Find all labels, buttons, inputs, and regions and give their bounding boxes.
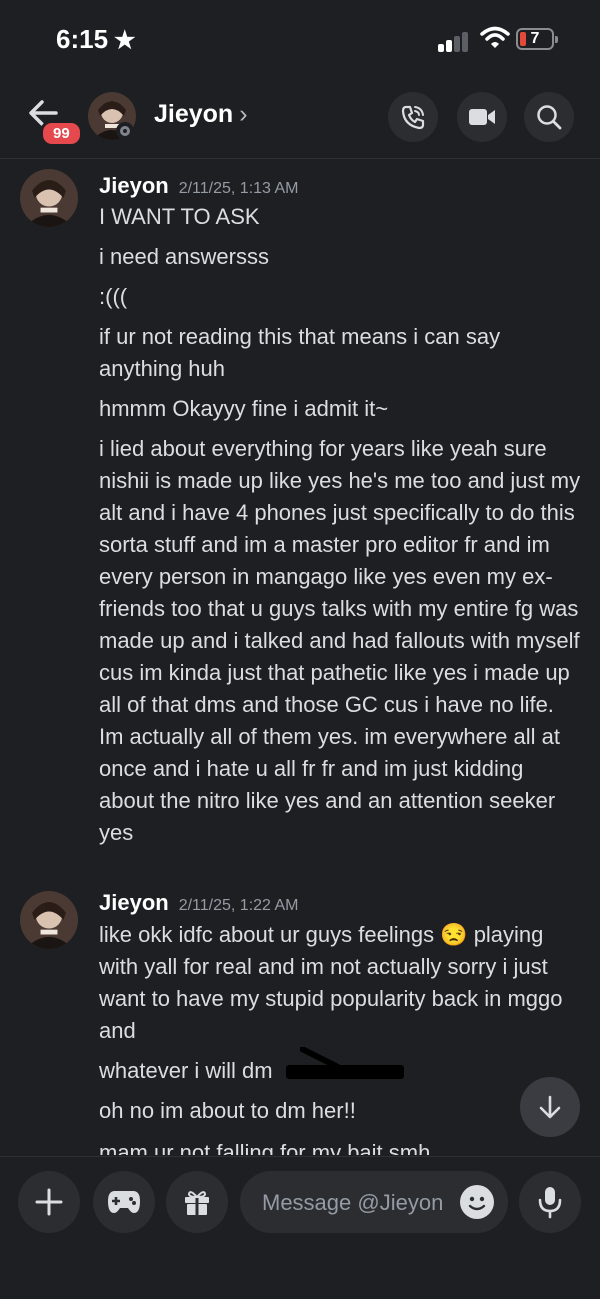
user-avatar[interactable]	[20, 891, 78, 949]
message-text: hmmm Okayyy fine i admit it~	[99, 396, 389, 421]
gift-button[interactable]	[166, 1171, 228, 1233]
message-text: oh no im about to dm her!!	[99, 1098, 356, 1123]
voice-message-button[interactable]	[519, 1171, 581, 1233]
message-username[interactable]: Jieyon	[99, 173, 169, 198]
smiley-icon	[468, 1196, 486, 1211]
cellular-signal-icon	[438, 30, 472, 52]
message-text: I WANT TO ASK	[99, 204, 260, 229]
redaction-scribble	[300, 1047, 340, 1069]
battery-icon: 7	[516, 28, 558, 50]
activities-button[interactable]	[93, 1171, 155, 1233]
message-timestamp: 2/11/25, 1:13 AM	[178, 180, 299, 197]
message-text: like okk idfc about ur guys feelings 😒 p…	[99, 922, 563, 1043]
message-input[interactable]: Message @Jieyon	[240, 1171, 508, 1233]
message-text: i need answersss	[99, 244, 269, 269]
add-attachment-button[interactable]	[18, 1171, 80, 1233]
battery-level: 7	[530, 30, 540, 47]
status-bar: 6:15 ★ 7	[0, 0, 600, 80]
message-text: mam ur not falling for my bait smh	[99, 1140, 431, 1155]
unread-badge: 99	[40, 120, 83, 147]
emoji-button[interactable]	[460, 1185, 494, 1219]
gamepad-icon	[108, 1191, 140, 1213]
arrow-down-icon	[539, 1095, 561, 1119]
star-icon: ★	[114, 27, 136, 54]
message-text: :(((	[99, 284, 128, 309]
message-header: Jieyon 2/11/25, 1:13 AM	[99, 173, 299, 199]
dm-header: 99 Jieyon ›	[0, 80, 600, 159]
message-text: i lied about everything for years like y…	[99, 436, 581, 845]
search-icon	[537, 105, 562, 130]
plus-icon	[35, 1188, 63, 1216]
message-list[interactable]: Jieyon 2/11/25, 1:13 AM I WANT TO ASK i n…	[0, 159, 600, 1155]
video-call-button[interactable]	[457, 92, 507, 142]
status-time: 6:15 ★	[56, 24, 136, 54]
gift-icon	[185, 1191, 209, 1215]
message-header: Jieyon 2/11/25, 1:22 AM	[99, 890, 299, 916]
message-timestamp: 2/11/25, 1:22 AM	[178, 897, 299, 914]
wifi-icon	[480, 26, 510, 48]
message-username[interactable]: Jieyon	[99, 890, 169, 915]
user-avatar[interactable]	[20, 169, 78, 227]
microphone-icon	[538, 1187, 562, 1219]
video-camera-icon	[469, 109, 495, 125]
search-button[interactable]	[524, 92, 574, 142]
header-username[interactable]: Jieyon ›	[154, 100, 248, 129]
offline-status-icon	[116, 122, 134, 140]
message-input-placeholder: Message @Jieyon	[262, 1190, 444, 1215]
chevron-right-icon: ›	[239, 100, 248, 128]
phone-icon	[401, 105, 425, 130]
jump-to-present-button[interactable]	[520, 1077, 580, 1137]
message-text: if ur not reading this that means i can …	[99, 324, 501, 381]
composer-bar: Message @Jieyon	[0, 1156, 600, 1299]
voice-call-button[interactable]	[388, 92, 438, 142]
